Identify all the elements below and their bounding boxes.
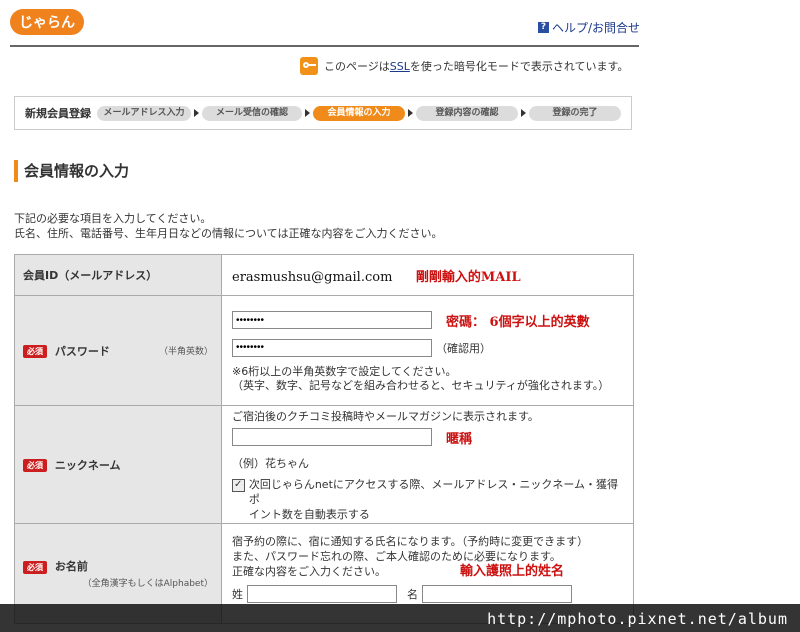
required-badge: 必須	[23, 345, 47, 358]
name-sub-label: （全角漢字もしくはAlphabet）	[82, 579, 213, 589]
logo-text: じゃらん	[19, 15, 75, 31]
member-id-label: 会員ID（メールアドレス）	[14, 254, 222, 296]
page-title: 会員情報の入力	[14, 160, 129, 182]
first-name-label: 名	[407, 588, 418, 601]
ssl-prefix: このページは	[324, 60, 390, 73]
member-id-value: erasmushsu@gmail.com	[232, 269, 393, 285]
first-name-input[interactable]	[422, 585, 572, 603]
step-confirm: 登録内容の確認	[416, 105, 518, 121]
registration-steps: 新規会員登録 メールアドレス入力 メール受信の確認 会員情報の入力 登録内容の確…	[14, 96, 632, 130]
help-label[interactable]: ヘルプ/お問合せ	[552, 19, 640, 36]
required-badge: 必須	[23, 459, 47, 472]
form-row-nickname: 必須 ニックネーム ご宿泊後のクチコミ投稿時やメールマガジンに表示されます。 暱…	[14, 405, 634, 524]
password-input[interactable]	[232, 311, 432, 329]
nickname-field: ご宿泊後のクチコミ投稿時やメールマガジンに表示されます。 暱稱 （例）花ちゃん …	[221, 405, 634, 524]
nickname-annotation: 暱稱	[446, 431, 473, 447]
name-desc-3: 正確な内容をご入力ください。	[232, 565, 386, 578]
password-annotation: 密碼： 6個字以上的英數	[446, 314, 590, 330]
checkbox-label-1: 次回じゃらんnetにアクセスする際、メールアドレス・ニックネーム・獲得ポ	[248, 477, 618, 506]
name-desc-2: また、パスワード忘れの際、ご本人確認のために必要になります。	[232, 550, 561, 563]
step-arrow-icon	[305, 109, 310, 117]
member-form: 会員ID（メールアドレス） erasmushsu@gmail.com 剛剛輸入的…	[14, 254, 634, 624]
form-row-password: 必須 パスワード （半角英数） 密碼： 6個字以上的英數 （確認用） ※6桁以上…	[14, 295, 634, 406]
password-field: 密碼： 6個字以上的英數 （確認用） ※6桁以上の半角英数字で設定してください。…	[221, 295, 634, 406]
watermark-text: http://mphoto.pixnet.net/album	[487, 610, 788, 628]
member-id-field: erasmushsu@gmail.com 剛剛輸入的MAIL	[221, 254, 634, 296]
key-icon	[300, 57, 318, 75]
step-arrow-icon	[408, 109, 413, 117]
password-hint-2: （英字、数字、記号などを組み合わせると、セキュリティが強化されます。）	[232, 378, 610, 392]
steps-title: 新規会員登録	[25, 107, 91, 120]
password-sub-label: （半角英数）	[158, 347, 213, 357]
name-annotation: 輸入護照上的姓名	[460, 564, 565, 579]
member-id-annotation: 剛剛輸入的MAIL	[415, 269, 521, 285]
password-label-cell: 必須 パスワード （半角英数）	[14, 295, 222, 406]
help-icon: ?	[538, 22, 549, 33]
nickname-desc: ご宿泊後のクチコミ投稿時やメールマガジンに表示されます。	[232, 409, 539, 423]
step-complete: 登録の完了	[529, 105, 621, 121]
name-label: お名前	[54, 560, 88, 573]
ssl-suffix: を使った暗号化モードで表示されています。	[409, 60, 629, 73]
intro-line-1: 下記の必要な項目を入力してください。	[14, 212, 212, 225]
required-badge: 必須	[23, 560, 47, 574]
nickname-input[interactable]	[232, 428, 432, 446]
ssl-link[interactable]: SSL	[390, 60, 410, 73]
intro-line-2: 氏名、住所、電話番号、生年月日などの情報については正確な内容をご入力ください。	[14, 227, 443, 240]
last-name-input[interactable]	[247, 585, 397, 603]
header-divider	[10, 45, 639, 47]
password-hint-1: ※6桁以上の半角英数字で設定してください。	[232, 364, 457, 378]
step-member-info: 会員情報の入力	[313, 105, 405, 121]
ssl-notice: このページはSSLを使った暗号化モードで表示されています。	[300, 57, 628, 75]
step-email-confirm: メール受信の確認	[202, 105, 302, 121]
name-desc-1: 宿予約の際に、宿に通知する氏名になります。（予約時に変更できます）	[232, 535, 589, 548]
last-name-label: 姓	[232, 588, 243, 601]
checkbox-label-2: イント数を自動表示する	[248, 507, 370, 521]
auto-display-checkbox[interactable]	[232, 477, 245, 492]
intro-text: 下記の必要な項目を入力してください。 氏名、住所、電話番号、生年月日などの情報に…	[14, 211, 442, 241]
step-arrow-icon	[521, 109, 526, 117]
jalan-logo[interactable]: じゃらん	[10, 9, 84, 35]
form-row-member-id: 会員ID（メールアドレス） erasmushsu@gmail.com 剛剛輸入的…	[14, 254, 634, 296]
help-link[interactable]: ? ヘルプ/お問合せ	[538, 19, 640, 36]
nickname-example: （例）花ちゃん	[232, 456, 309, 470]
password-confirm-input[interactable]	[232, 338, 432, 357]
password-label: パスワード	[54, 344, 110, 358]
nickname-label-cell: 必須 ニックネーム	[14, 405, 222, 524]
password-confirm-label: （確認用）	[436, 341, 491, 355]
step-email-input: メールアドレス入力	[97, 105, 191, 121]
nickname-label: ニックネーム	[54, 458, 121, 472]
step-arrow-icon	[194, 109, 199, 117]
